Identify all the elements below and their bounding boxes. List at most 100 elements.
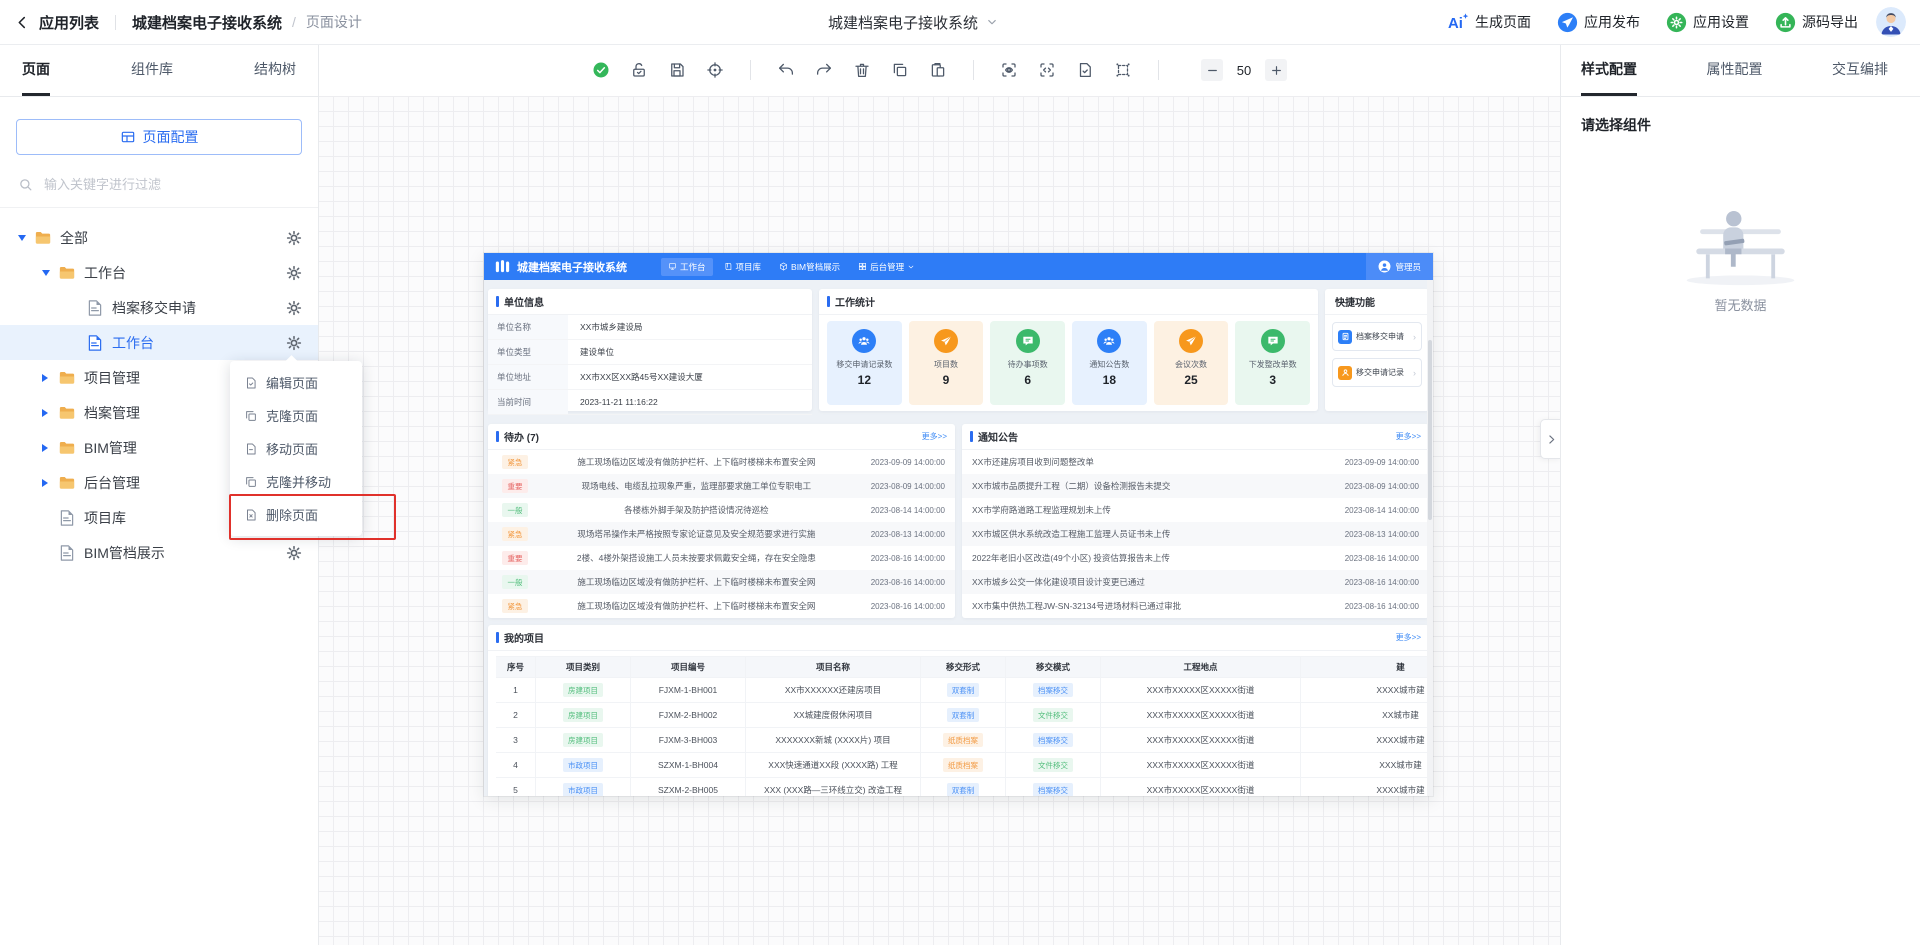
quick-action-icon: [1338, 365, 1352, 380]
context-menu-item-4[interactable]: 删除页面: [230, 498, 362, 531]
preview-nav-item-3[interactable]: 后台管理: [851, 258, 922, 276]
notice-item-2[interactable]: XX市学府路道路工程监理规划未上传 2023-08-14 14:00:00: [962, 498, 1429, 522]
tree-item-1[interactable]: 工作台: [0, 255, 318, 290]
copy-button[interactable]: [891, 61, 909, 79]
preview-nav-item-1[interactable]: 项目库: [717, 258, 769, 276]
export-button[interactable]: 源码导出: [1775, 12, 1858, 33]
quick-action-0[interactable]: 档案移交申请 ›: [1332, 322, 1422, 351]
context-menu-item-3[interactable]: 克隆并移动: [230, 465, 362, 498]
todo-item-3[interactable]: 紧急 现场塔吊操作未严格按照专家论证意见及安全规范要求进行实施 2023-08-13…: [488, 522, 955, 546]
gear-icon[interactable]: [286, 265, 302, 281]
trash-button[interactable]: [853, 61, 871, 79]
preview-scrollbar[interactable]: [1427, 280, 1433, 796]
frame-button[interactable]: [1114, 61, 1132, 79]
caret-right-icon[interactable]: [42, 443, 58, 452]
priority-tag: 一般: [502, 503, 528, 517]
preview-scan-button[interactable]: [1000, 61, 1018, 79]
notice-more-link[interactable]: 更多>>: [1396, 431, 1421, 442]
todo-item-4[interactable]: 重要 2楼、4楼外架搭设施工人员未按要求佩戴安全绳，存在安全隐患 2023-08-1…: [488, 546, 955, 570]
app-title-switcher[interactable]: 城建档案电子接收系统: [828, 0, 999, 44]
preview-user[interactable]: 管理员: [1366, 253, 1433, 280]
page-preview[interactable]: 城建档案电子接收系统 工作台 项目库 BIM管档展示 后台管理 管理员 单位信息 单位…: [484, 253, 1433, 796]
back-to-app-list[interactable]: 应用列表: [39, 12, 99, 33]
left-tab-1[interactable]: 组件库: [131, 44, 173, 96]
ai-button[interactable]: Ai 生成页面: [1448, 12, 1531, 33]
chat-icon: [1015, 329, 1040, 353]
undo-button[interactable]: [777, 61, 795, 79]
gear-icon[interactable]: [286, 545, 302, 561]
caret-down-icon[interactable]: [18, 234, 34, 241]
table-row-3[interactable]: 4 市政项目 SZXM-1-BH004 XXX快速通道XX段 (XXXX路) 工程 纸质…: [496, 753, 1429, 778]
code-scan-button[interactable]: [1038, 61, 1056, 79]
check-circle-button[interactable]: [592, 61, 610, 79]
todo-item-2[interactable]: 一般 各楼栋外脚手架及防护搭设情况待巡检 2023-08-14 14:00:00: [488, 498, 955, 522]
notice-item-0[interactable]: XX市还建房项目收到问题整改单 2023-09-09 14:00:00: [962, 450, 1429, 474]
preview-nav-item-2[interactable]: BIM管档展示: [772, 258, 847, 276]
left-tab-0[interactable]: 页面: [22, 44, 50, 96]
projects-more-link[interactable]: 更多>>: [1396, 632, 1421, 643]
right-tab-0[interactable]: 样式配置: [1581, 44, 1637, 96]
form-tag: 双套制: [946, 708, 980, 722]
publish-button[interactable]: 应用发布: [1557, 12, 1640, 33]
table-row-4[interactable]: 5 市政项目 SZXM-2-BH005 XXX (XXX路—三环线立交) 改造工程 双套…: [496, 778, 1429, 796]
unit-info-row: 单位地址 XX市XX区XX路45号XX建设大厦: [488, 365, 812, 390]
context-menu-item-1[interactable]: 克隆页面: [230, 399, 362, 432]
notice-item-5[interactable]: XX市城乡公交一体化建设项目设计变更已通过 2023-08-16 14:00:00: [962, 570, 1429, 594]
user-avatar[interactable]: [1876, 7, 1906, 37]
card-title: 单位信息: [504, 298, 544, 309]
unlock-button[interactable]: [630, 61, 648, 79]
back-icon[interactable]: [14, 14, 31, 31]
right-tab-1[interactable]: 属性配置: [1707, 44, 1763, 96]
page-designer-app: { "colors":{"primary":"#2a6cf0","preview…: [0, 0, 1920, 945]
search-input[interactable]: [42, 175, 300, 193]
todo-item-1[interactable]: 重要 现场电线、电缆乱拉现象严重，监理部要求施工单位专职电工 2023-08-09 …: [488, 474, 955, 498]
gear-icon[interactable]: [286, 300, 302, 316]
paste-button[interactable]: [929, 61, 947, 79]
gear-icon[interactable]: [286, 335, 302, 351]
notice-item-4[interactable]: 2022年老旧小区改造(49个小区) 投资估算报告未上传 2023-08-16 1…: [962, 546, 1429, 570]
todo-more-link[interactable]: 更多>>: [922, 431, 947, 442]
notice-item-1[interactable]: XX市城市品质提升工程（二期）设备检测报告未提交 2023-08-09 14:00…: [962, 474, 1429, 498]
canvas-grid[interactable]: 城建档案电子接收系统 工作台 项目库 BIM管档展示 后台管理 管理员 单位信息 单位…: [318, 96, 1562, 945]
notice-item-3[interactable]: XX市城区供水系统改造工程施工监理人员证书未上传 2023-08-13 14:00…: [962, 522, 1429, 546]
title-accent: [970, 431, 973, 442]
table-row-1[interactable]: 2 房建项目 FJXM-2-BH002 XX城建度假休闲项目 双套制 文件移交 XXX市XX…: [496, 703, 1429, 728]
left-tab-2[interactable]: 结构树: [254, 44, 296, 96]
notice-item-6[interactable]: XX市集中供热工程JW-SN-32134号进场材料已通过审批 2023-08-16…: [962, 594, 1429, 618]
save-button[interactable]: [668, 61, 686, 79]
zoom-in-button[interactable]: [1265, 59, 1287, 81]
todo-item-5[interactable]: 一般 施工现场临边区域没有做防护栏杆、上下临时楼梯未布置安全网 2023-08-16…: [488, 570, 955, 594]
redo-button[interactable]: [815, 61, 833, 79]
settings-button[interactable]: 应用设置: [1666, 12, 1749, 33]
right-tab-2[interactable]: 交互编排: [1832, 44, 1888, 96]
context-menu-item-0[interactable]: 编辑页面: [230, 366, 362, 399]
tree-item-0[interactable]: 全部: [0, 220, 318, 255]
tree-item-9[interactable]: BIM管档展示: [0, 535, 318, 570]
page-config-button[interactable]: 页面配置: [16, 119, 302, 155]
action-label: 应用设置: [1693, 14, 1749, 30]
zoom-out-button[interactable]: [1201, 59, 1223, 81]
table-row-0[interactable]: 1 房建项目 FJXM-1-BH001 XX市XXXXXX还建房项目 双套制 档案移交 XX…: [496, 678, 1429, 703]
app-title: 城建档案电子接收系统: [828, 14, 979, 32]
table-row-2[interactable]: 3 房建项目 FJXM-3-BH003 XXXXXXX新城 (XXXX片) 项目 纸质档…: [496, 728, 1429, 753]
crosshair-button[interactable]: [706, 61, 724, 79]
page-icon: [58, 544, 76, 562]
tree-item-3[interactable]: 工作台: [0, 325, 318, 360]
caret-down-icon[interactable]: [42, 269, 58, 276]
caret-right-icon[interactable]: [42, 478, 58, 487]
collapse-right-panel-button[interactable]: [1540, 419, 1562, 459]
tree-item-2[interactable]: 档案移交申请: [0, 290, 318, 325]
quick-action-1[interactable]: 移交申请记录 ›: [1332, 358, 1422, 387]
todo-item-0[interactable]: 紧急 施工现场临边区域没有做防护栏杆、上下临时楼梯未布置安全网 2023-09-09…: [488, 450, 955, 474]
gear-icon[interactable]: [286, 230, 302, 246]
context-menu-item-2[interactable]: 移动页面: [230, 432, 362, 465]
todo-item-6[interactable]: 紧急 施工现场临边区域没有做防护栏杆、上下临时楼梯未布置安全网 2023-08-16…: [488, 594, 955, 618]
preview-nav-item-0[interactable]: 工作台: [661, 257, 713, 276]
caret-right-icon[interactable]: [42, 373, 58, 382]
preview-app-title: 城建档案电子接收系统: [517, 261, 627, 274]
caret-right-icon[interactable]: [42, 408, 58, 417]
doc-check-button[interactable]: [1076, 61, 1094, 79]
header-actions: Ai 生成页面 应用发布 应用设置 源码导出: [1448, 12, 1874, 33]
scrollbar-thumb[interactable]: [1428, 340, 1432, 520]
mode-tag: 文件移交: [1033, 708, 1073, 722]
